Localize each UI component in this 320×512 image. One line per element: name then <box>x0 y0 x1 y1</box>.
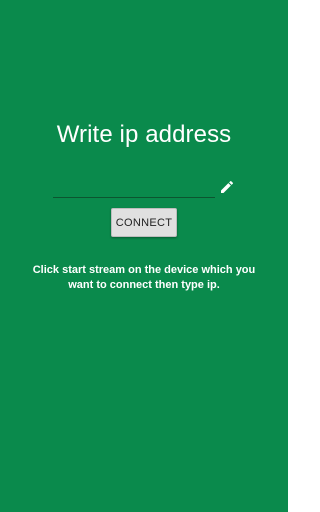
ip-address-row <box>53 174 243 200</box>
connect-button[interactable]: CONNECT <box>111 208 177 237</box>
ip-address-input[interactable] <box>53 174 215 198</box>
app-screen: Write ip address CONNECT Click start str… <box>0 0 288 512</box>
page-title: Write ip address <box>56 121 232 148</box>
pencil-icon[interactable] <box>219 179 235 195</box>
instructions-text: Click start stream on the device which y… <box>32 264 256 291</box>
